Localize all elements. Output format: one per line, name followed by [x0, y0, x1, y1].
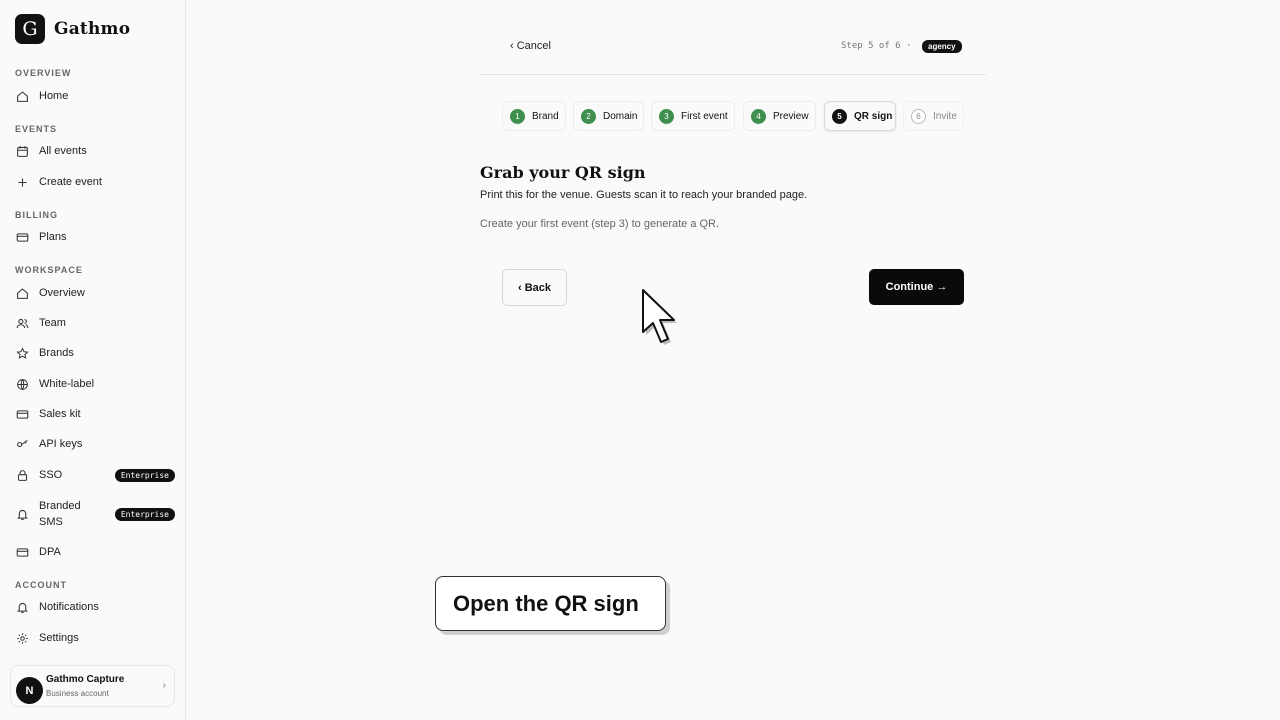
users-icon [15, 316, 29, 330]
section-account: ACCOUNT [15, 580, 67, 590]
sidebar-item-team[interactable]: Team [15, 311, 175, 335]
plan-badge: agency [922, 40, 962, 53]
mouse-cursor-icon [642, 289, 677, 345]
sidebar-item-label: Brands [39, 347, 74, 359]
step-label: First event [681, 110, 728, 122]
sidebar-item-label: Overview [39, 287, 85, 299]
lock-icon [15, 468, 29, 482]
sidebar-item-label: Sales kit [39, 408, 81, 420]
step-label: Invite [933, 110, 957, 122]
sidebar-item-label: API keys [39, 438, 83, 450]
card-icon [15, 545, 29, 559]
step-label: QR sign [854, 110, 893, 122]
cancel-link[interactable]: ‹ Cancel [510, 40, 551, 52]
step-number: 3 [659, 108, 674, 124]
home-icon [15, 286, 29, 300]
sidebar-item-sales-kit[interactable]: Sales kit [15, 402, 175, 426]
step-qr-sign[interactable]: 5 QR sign [824, 101, 896, 131]
calendar-icon [15, 144, 29, 158]
sidebar-item-branded-sms[interactable]: Branded SMS Enterprise [15, 496, 175, 532]
account-switcher[interactable]: N Gathmo Capture Business account › [10, 665, 175, 707]
sidebar-item-label: All events [39, 145, 87, 157]
sidebar-item-label: Plans [39, 231, 67, 243]
step-preview[interactable]: 4 Preview [743, 101, 816, 131]
sidebar-item-settings[interactable]: Settings [15, 626, 175, 650]
bell-icon [15, 600, 29, 614]
section-workspace: WORKSPACE [15, 265, 83, 275]
step-invite[interactable]: 6 Invite [903, 101, 964, 131]
step-label: Brand [532, 110, 559, 122]
home-icon [15, 89, 29, 103]
brand-name: Gathmo [54, 19, 131, 39]
section-events: EVENTS [15, 124, 58, 134]
step-first-event[interactable]: 3 First event [651, 101, 735, 131]
sidebar-item-label: Home [39, 90, 69, 102]
enterprise-badge: Enterprise [114, 507, 175, 521]
sidebar-item-home[interactable]: Home [15, 84, 175, 108]
account-type: Business account [46, 689, 109, 698]
sidebar-item-label: SSO [39, 469, 63, 481]
bell-icon [15, 507, 29, 521]
sidebar-item-brands[interactable]: Brands [15, 341, 175, 365]
step-counter: Step 5 of 6 · [841, 41, 912, 51]
step-domain[interactable]: 2 Domain [573, 101, 644, 131]
globe-icon [15, 377, 29, 391]
sidebar-item-label: Settings [39, 632, 79, 644]
sidebar-item-dpa[interactable]: DPA [15, 540, 175, 564]
star-icon [15, 346, 29, 360]
sidebar-item-plans[interactable]: Plans [15, 225, 175, 249]
sidebar-item-label: Create event [39, 176, 102, 188]
sidebar-item-label: Branded SMS [39, 500, 81, 528]
sidebar-item-white-label[interactable]: White-label [15, 372, 175, 396]
card-icon [15, 230, 29, 244]
sidebar-item-overview[interactable]: Overview [15, 281, 175, 305]
page-subtitle: Print this for the venue. Guests scan it… [480, 189, 808, 201]
step-label: Preview [773, 110, 809, 122]
key-icon [15, 437, 29, 451]
back-button[interactable]: ‹ Back [502, 269, 567, 306]
page-title: Grab your QR sign [480, 163, 646, 182]
continue-button[interactable]: Continue → [869, 269, 964, 305]
sidebar: G Gathmo OVERVIEW Home EVENTS All events… [0, 0, 186, 720]
chevron-right-icon: › [162, 680, 166, 691]
divider [480, 74, 986, 75]
enterprise-badge: Enterprise [114, 468, 175, 482]
step-brand[interactable]: 1 Brand [502, 101, 566, 131]
step-label: Domain [603, 110, 638, 122]
qr-hint: Create your first event (step 3) to gene… [480, 218, 720, 230]
brand[interactable]: G Gathmo [15, 14, 130, 44]
section-overview: OVERVIEW [15, 68, 72, 78]
sidebar-item-api-keys[interactable]: API keys [15, 432, 175, 456]
section-billing: BILLING [15, 210, 58, 220]
step-number: 2 [581, 108, 596, 124]
sidebar-item-label: Team [39, 317, 66, 329]
sidebar-item-sso[interactable]: SSO Enterprise [15, 463, 175, 487]
gear-icon [15, 631, 29, 645]
sidebar-item-label: Notifications [39, 601, 99, 613]
step-number: 5 [832, 108, 847, 124]
sidebar-item-all-events[interactable]: All events [15, 139, 175, 163]
step-number: 1 [510, 108, 525, 124]
step-number: 4 [751, 108, 766, 124]
action-callout: Open the QR sign [435, 576, 666, 631]
brand-logo: G [15, 14, 45, 44]
avatar: N [16, 677, 43, 704]
sidebar-item-label: White-label [39, 378, 95, 390]
sidebar-item-create-event[interactable]: Create event [15, 170, 175, 194]
card-icon [15, 407, 29, 421]
sidebar-item-notifications[interactable]: Notifications [15, 595, 175, 619]
plus-icon [15, 175, 29, 189]
step-number: 6 [911, 108, 926, 124]
sidebar-item-label: DPA [39, 546, 61, 558]
account-name: Gathmo Capture [46, 674, 125, 685]
